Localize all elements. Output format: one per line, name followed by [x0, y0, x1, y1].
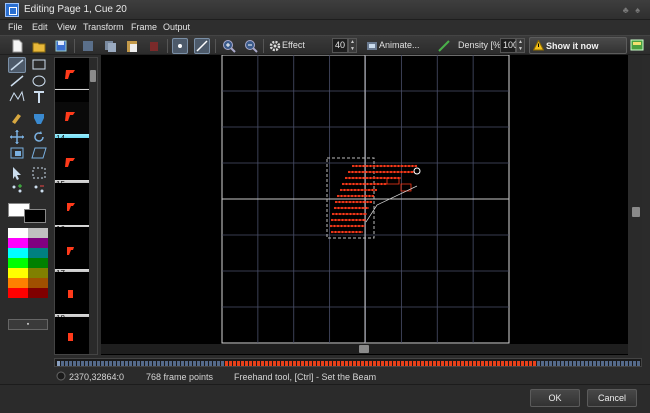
status-indicator-icon — [56, 371, 66, 383]
palette-swatch[interactable] — [8, 268, 28, 278]
menu-frame[interactable]: Frame — [131, 22, 157, 32]
effect-value-input[interactable]: 40 — [332, 38, 348, 53]
marquee-tool-icon[interactable] — [30, 165, 48, 181]
density-pen-icon[interactable] — [436, 38, 452, 54]
tool-panel: ▪ — [6, 57, 50, 355]
animate-button[interactable]: Animate... — [379, 40, 420, 50]
cue-thumbnail-list[interactable]: 13 14 15 16 17 18 — [54, 57, 98, 355]
menu-edit[interactable]: Edit — [32, 22, 48, 32]
palette-swatch[interactable] — [28, 248, 48, 258]
menu-file[interactable]: File — [8, 22, 23, 32]
paste-icon[interactable] — [124, 38, 140, 54]
output-window-icon[interactable] — [630, 38, 646, 54]
palette-swatch[interactable] — [8, 278, 28, 288]
palette-swatch[interactable] — [8, 248, 28, 258]
window-title: Editing Page 1, Cue 20 — [24, 4, 127, 15]
cue-list-scrollbar[interactable] — [89, 58, 97, 354]
density-spinner-arrows-icon[interactable]: ▲ ▼ — [516, 38, 525, 53]
ok-button[interactable]: OK — [530, 389, 580, 407]
cut-icon[interactable] — [80, 38, 96, 54]
rectangle-tool-icon[interactable] — [30, 57, 48, 73]
dialog-button-bar: OK Cancel — [0, 384, 650, 413]
density-label: Density [%] — [458, 40, 504, 50]
warning-icon — [533, 40, 544, 51]
polyline-tool-icon[interactable] — [8, 89, 26, 105]
line-mode-icon[interactable] — [194, 38, 210, 54]
title-bar: Editing Page 1, Cue 20 ♣ ♠ — [0, 0, 650, 20]
menu-transform[interactable]: Transform — [83, 22, 124, 32]
show-it-now-button[interactable]: Show it now — [529, 37, 627, 54]
animate-icon[interactable] — [364, 38, 380, 54]
palette-swatch[interactable] — [8, 228, 28, 238]
palette-swatch[interactable] — [8, 238, 28, 248]
palette-swatch[interactable] — [8, 258, 28, 268]
effect-label[interactable]: Effect — [282, 40, 305, 50]
tool-hint: Freehand tool, [Ctrl] - Set the Beam — [234, 372, 377, 382]
freehand-tool-icon[interactable] — [8, 57, 26, 73]
palette-swatch[interactable] — [28, 258, 48, 268]
effect-spinner-arrows-icon[interactable]: ▲ ▼ — [348, 38, 357, 53]
remove-point-tool-icon[interactable] — [30, 181, 48, 197]
app-icon — [5, 3, 19, 17]
delete-icon[interactable] — [146, 38, 162, 54]
canvas-svg[interactable] — [101, 54, 628, 355]
point-mode-icon[interactable] — [172, 38, 188, 54]
palette-swatch[interactable] — [28, 278, 48, 288]
palette-swatch[interactable] — [28, 268, 48, 278]
palette-swatch[interactable] — [8, 288, 28, 298]
background-color-swatch[interactable] — [24, 209, 46, 223]
cursor-coordinates: 2370,32864:0 — [69, 372, 125, 382]
zoom-out-icon[interactable] — [243, 38, 259, 54]
menu-output[interactable]: Output — [163, 22, 190, 32]
scale-tool-icon[interactable] — [8, 145, 26, 161]
open-folder-icon[interactable] — [31, 38, 47, 54]
palette-swatch[interactable] — [28, 238, 48, 248]
drawing-canvas[interactable] — [101, 54, 628, 355]
effect-gear-icon[interactable] — [267, 38, 283, 54]
ellipse-tool-icon[interactable] — [30, 73, 48, 89]
palette-swatch[interactable] — [28, 228, 48, 238]
skew-tool-icon[interactable] — [30, 145, 48, 161]
save-icon[interactable] — [53, 38, 69, 54]
new-file-icon[interactable] — [9, 38, 25, 54]
line-tool-icon[interactable] — [8, 73, 26, 89]
menu-view[interactable]: View — [57, 22, 76, 32]
window-controls-icon[interactable]: ♣ ♠ — [623, 5, 642, 15]
text-tool-icon[interactable] — [30, 89, 48, 105]
select-tool-icon[interactable] — [8, 165, 26, 181]
status-bar: 2370,32864:0 768 frame points Freehand t… — [54, 370, 642, 383]
canvas-vertical-scrollbar[interactable] — [630, 55, 642, 355]
brush-tool-icon[interactable] — [8, 110, 26, 126]
menu-bar: File Edit View Transform Frame Output — [0, 20, 650, 35]
toolbar: Effect 40 ▲ ▼ Animate... Density [%] 100 … — [0, 35, 650, 55]
rotate-tool-icon[interactable] — [30, 129, 48, 145]
copy-icon[interactable] — [102, 38, 118, 54]
add-point-tool-icon[interactable] — [8, 181, 26, 197]
move-tool-icon[interactable] — [8, 129, 26, 145]
fill-tool-icon[interactable] — [30, 110, 48, 126]
density-value-input[interactable]: 100 — [500, 38, 518, 53]
palette-swatch[interactable] — [28, 288, 48, 298]
frame-timeline[interactable] — [54, 358, 642, 367]
zoom-in-icon[interactable] — [221, 38, 237, 54]
frame-points-count: 768 frame points — [146, 372, 214, 382]
palette-options-button[interactable]: ▪ — [8, 319, 48, 330]
cancel-button[interactable]: Cancel — [587, 389, 637, 407]
canvas-horizontal-scrollbar[interactable] — [101, 344, 628, 354]
show-it-now-label: Show it now — [546, 41, 599, 51]
